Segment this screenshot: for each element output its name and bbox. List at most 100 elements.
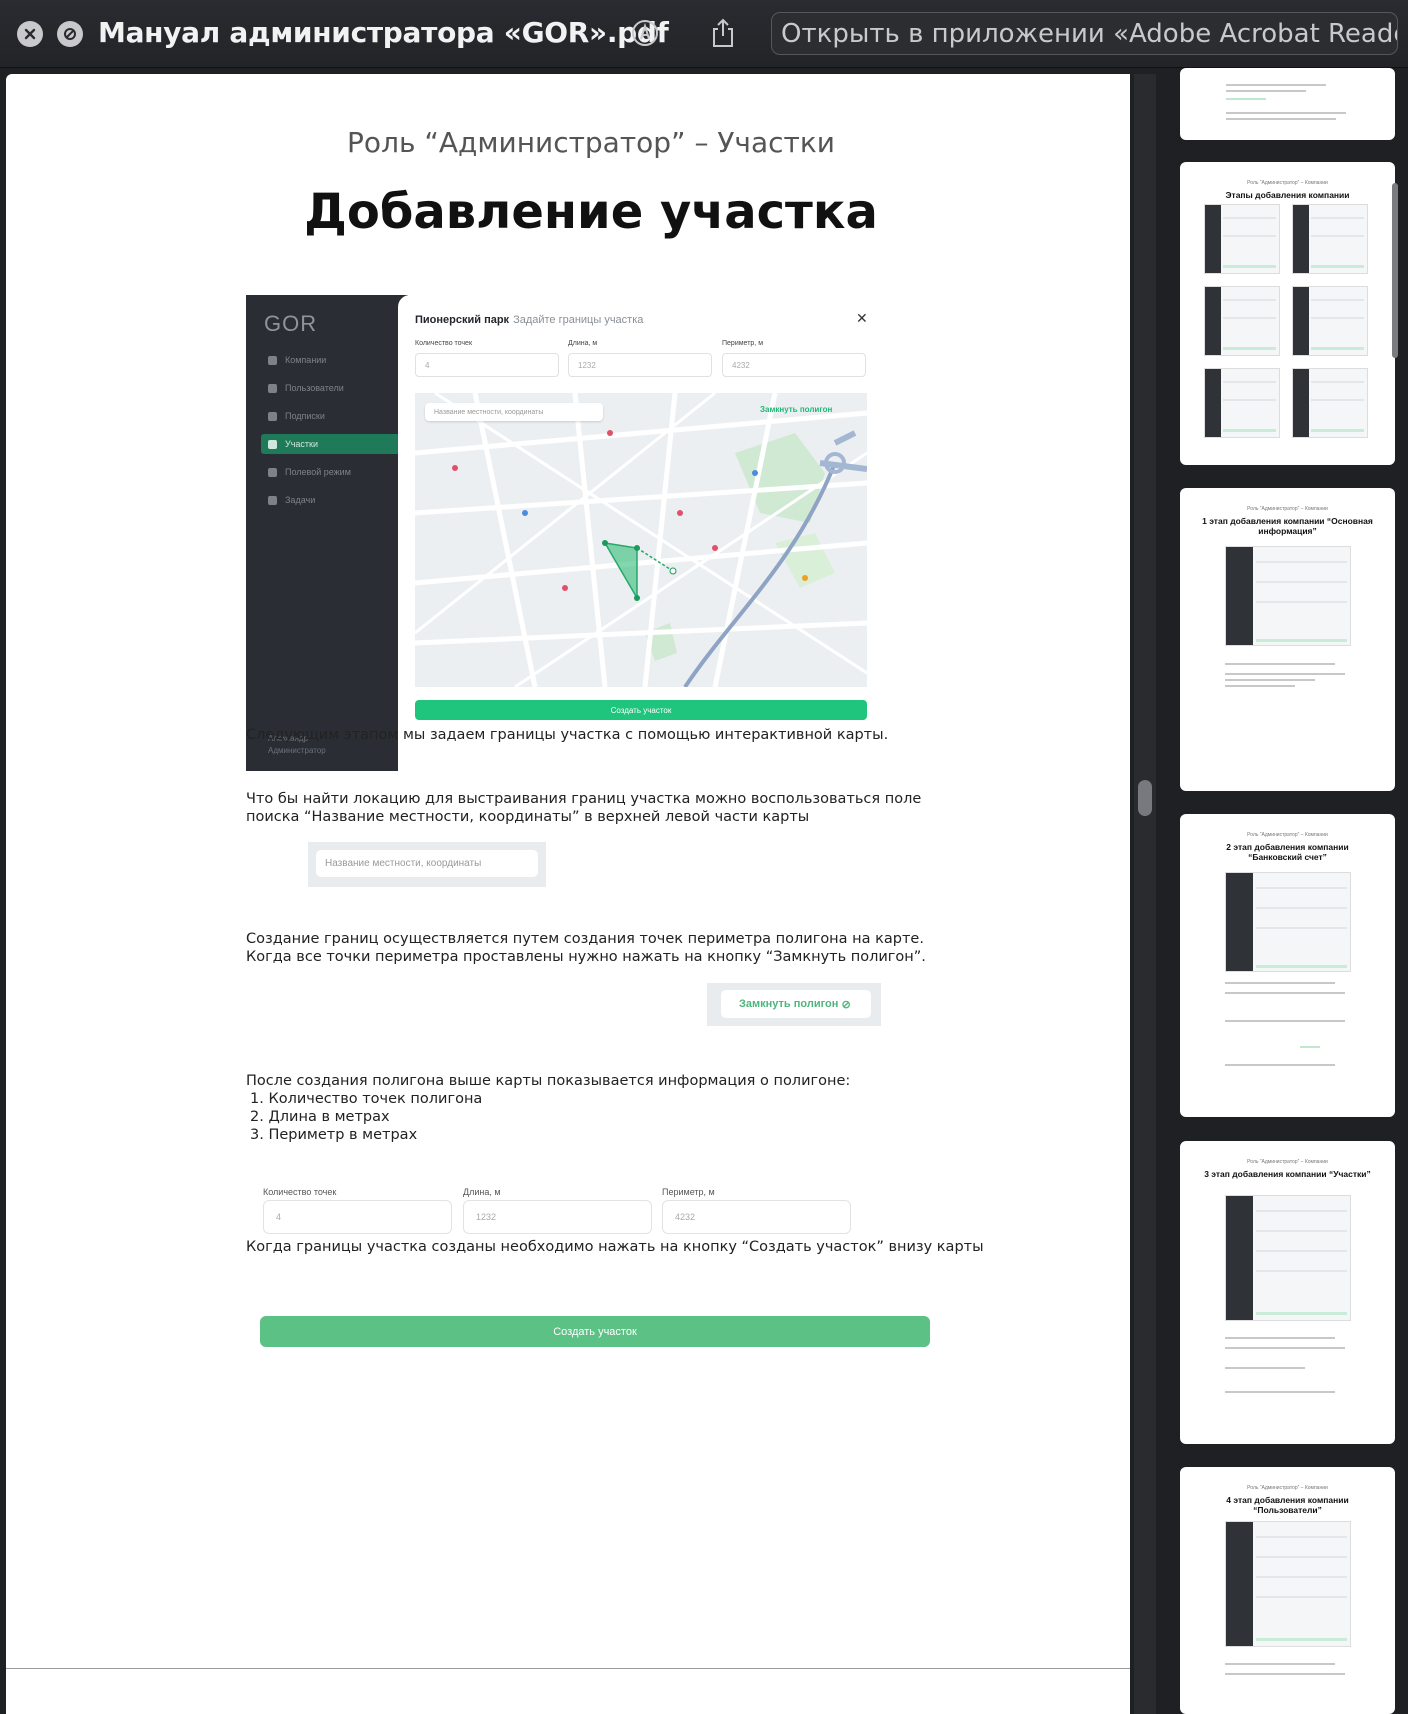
thumb-screenshot [1204,286,1280,356]
close-icon[interactable] [17,21,43,47]
thumb-bar [1222,429,1276,432]
thumb-text-line [1225,1673,1345,1675]
thumb-subtitle: Роль “Администратор” – Компании [1247,506,1328,512]
no-entry-icon[interactable] [57,21,83,47]
thumbnail-page-6[interactable]: Роль “Администратор” – Компании 4 этап д… [1180,1467,1395,1714]
thumb-sidebar [1205,369,1222,437]
thumb-line [1255,561,1347,563]
thumb-line [1222,235,1276,237]
thumb-bar [1310,347,1364,350]
thumb-button [1226,98,1266,100]
thumb-text-line [1225,1020,1345,1022]
thumb-sidebar [1205,287,1222,355]
thumbnail-scrollbar[interactable] [1392,183,1398,358]
info-label-length: Длина, м [463,1187,501,1197]
thumb-line [1255,1536,1347,1538]
sidebar-item-label: Участки [285,439,318,449]
close-polygon-button: Замкнуть полигон [760,405,833,414]
sidebar-item-tasks: Задачи [261,490,401,510]
thumb-line [1310,399,1364,401]
close-icon: ✕ [856,310,868,326]
user-role: Администратор [268,746,326,755]
thumb-screenshot [1292,204,1368,274]
sidebar-item-subscriptions: Подписки [261,406,401,426]
thumbnail-page-4[interactable]: Роль “Администратор” – Компании 2 этап д… [1180,814,1395,1117]
thumb-line [1255,1270,1347,1272]
thumb-sidebar [1293,205,1310,273]
thumb-screenshot [1204,204,1280,274]
thumbnail-page-5[interactable]: Роль “Администратор” – Компании 3 этап д… [1180,1141,1395,1444]
thumbnail-page-1[interactable] [1180,68,1395,140]
points-field: 4 [415,353,559,377]
thumb-text-line [1225,992,1345,994]
info-label-points: Количество точек [263,1187,337,1197]
thumb-screenshot [1225,872,1351,972]
paragraph-2: Что бы найти локацию для выстраивания гр… [246,791,922,825]
info-points-field: 4 [263,1200,452,1234]
building-icon [268,355,277,365]
info-length-field: 1232 [463,1200,652,1234]
share-icon[interactable] [706,16,740,50]
thumb-screenshot [1225,1195,1351,1321]
map-search-input: Название местности, координаты [425,403,603,421]
thumb-line [1310,317,1364,319]
thumb-line [1222,399,1276,401]
document-scrollbar[interactable] [1134,74,1156,1714]
sidebar-item-label: Пользователи [285,383,344,393]
markup-icon[interactable] [628,16,662,50]
page-title: Добавление участка [304,184,878,240]
close-polygon-example-image: Замкнуть полигон ⊘ [707,983,881,1026]
dialog-title: Пионерский парк Задайте границы участка [415,314,643,326]
thumb-line [1255,887,1347,889]
thumb-line [1255,907,1347,909]
thumb-line [1255,601,1347,603]
thumb-line [1222,381,1276,383]
sidebar-item-label: Компании [285,355,327,365]
thumb-text-line [1225,1347,1345,1349]
thumb-subtitle: Роль “Администратор” – Компании [1247,1159,1328,1165]
sidebar-item-field-mode: Полевой режим [261,462,401,482]
document-title: Мануал администратора «GOR».pdf [98,16,669,49]
app-sidebar: GOR Компании Пользователи Подписки Участ… [246,295,408,771]
thumb-line [1310,381,1364,383]
thumb-line [1255,1596,1347,1598]
thumb-subtitle: Роль “Администратор” – Компании [1247,180,1328,186]
close-polygon-label: Замкнуть полигон [739,998,839,1010]
thumb-line [1310,217,1364,219]
thumb-subtitle: Роль “Администратор” – Компании [1247,1485,1328,1491]
thumb-bar [1255,965,1347,968]
thumb-line [1255,927,1347,929]
thumb-subtitle: Роль “Администратор” – Компании [1247,832,1328,838]
thumb-text-line [1225,685,1295,687]
thumb-line [1222,317,1276,319]
plot-name: Пионерский парк [415,314,510,326]
thumb-line [1310,299,1364,301]
sidebar-item-companies: Компании [261,350,401,370]
thumb-text-line [1225,673,1345,675]
thumb-line [1255,1556,1347,1558]
info-perimeter-field: 4232 [662,1200,851,1234]
thumb-screenshot [1204,368,1280,438]
thumbnail-page-3[interactable]: Роль “Администратор” – Компании 1 этап д… [1180,488,1395,791]
thumb-bar [1222,265,1276,268]
thumbnail-page-2[interactable]: Роль “Администратор” – Компании Этапы до… [1180,162,1395,465]
thumb-line [1222,217,1276,219]
thumb-sidebar [1293,369,1310,437]
open-in-app-button[interactable]: Открыть в приложении «Adobe Acrobat Read… [771,12,1398,55]
thumb-bar [1255,1638,1347,1641]
field-label-points: Количество точек [415,340,473,347]
thumb-title: Этапы добавления компании [1225,190,1350,200]
thumb-text-line [1225,1064,1335,1066]
document-scroll-thumb[interactable] [1138,780,1152,816]
list-icon [268,495,277,505]
thumb-text-line [1225,679,1315,681]
create-plot-button: Создать участок [415,700,867,720]
thumb-bar [1310,265,1364,268]
list-item: 2. Длина в метрах [250,1109,390,1125]
thumb-text-line [1225,663,1335,665]
users-icon [268,383,277,393]
thumb-title: 4 этап добавления компании “Пользователи… [1226,1495,1349,1515]
sidebar-item-label: Подписки [285,411,325,421]
paragraph-5: Когда границы участка созданы необходимо… [246,1239,984,1255]
list-item: 3. Периметр в метрах [250,1127,418,1143]
